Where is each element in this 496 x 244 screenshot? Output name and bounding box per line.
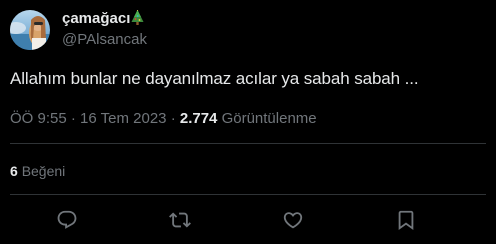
tweet-meta: ÖÖ 9:55 · 16 Tem 2023 · 2.774 Görüntülen… — [10, 110, 317, 127]
christmas-tree-icon — [131, 9, 144, 29]
divider — [10, 143, 486, 144]
author-handle[interactable]: @PAlsancak — [62, 31, 147, 48]
likes-label: Beğeni — [21, 163, 66, 179]
bookmark-button[interactable] — [393, 207, 419, 233]
bookmark-icon — [398, 210, 414, 231]
retweet-button[interactable] — [167, 207, 193, 233]
like-icon — [283, 212, 303, 229]
author-name-text: çamağacı — [62, 10, 131, 27]
avatar[interactable] — [10, 10, 50, 50]
likes-count: 6 — [10, 163, 18, 179]
meta-separator: · — [70, 110, 76, 127]
divider — [10, 194, 486, 195]
tweet-date[interactable]: 16 Tem 2023 — [80, 110, 166, 127]
views-count: 2.774 — [179, 110, 218, 127]
like-button[interactable] — [280, 207, 306, 233]
tweet-time[interactable]: ÖÖ 9:55 — [10, 110, 67, 127]
avatar-image — [10, 10, 50, 50]
likes-link[interactable]: 6 Beğeni — [10, 163, 65, 179]
retweet-icon — [169, 212, 191, 228]
action-bar — [0, 207, 496, 233]
author-display-name[interactable]: çamağacı — [62, 9, 144, 29]
reply-button[interactable] — [54, 207, 80, 233]
views-label: Görüntülenme — [221, 110, 317, 127]
reply-icon — [57, 210, 77, 229]
meta-separator: · — [170, 110, 176, 127]
tweet-text: Allahım bunlar ne dayanılmaz acılar ya s… — [10, 69, 419, 88]
